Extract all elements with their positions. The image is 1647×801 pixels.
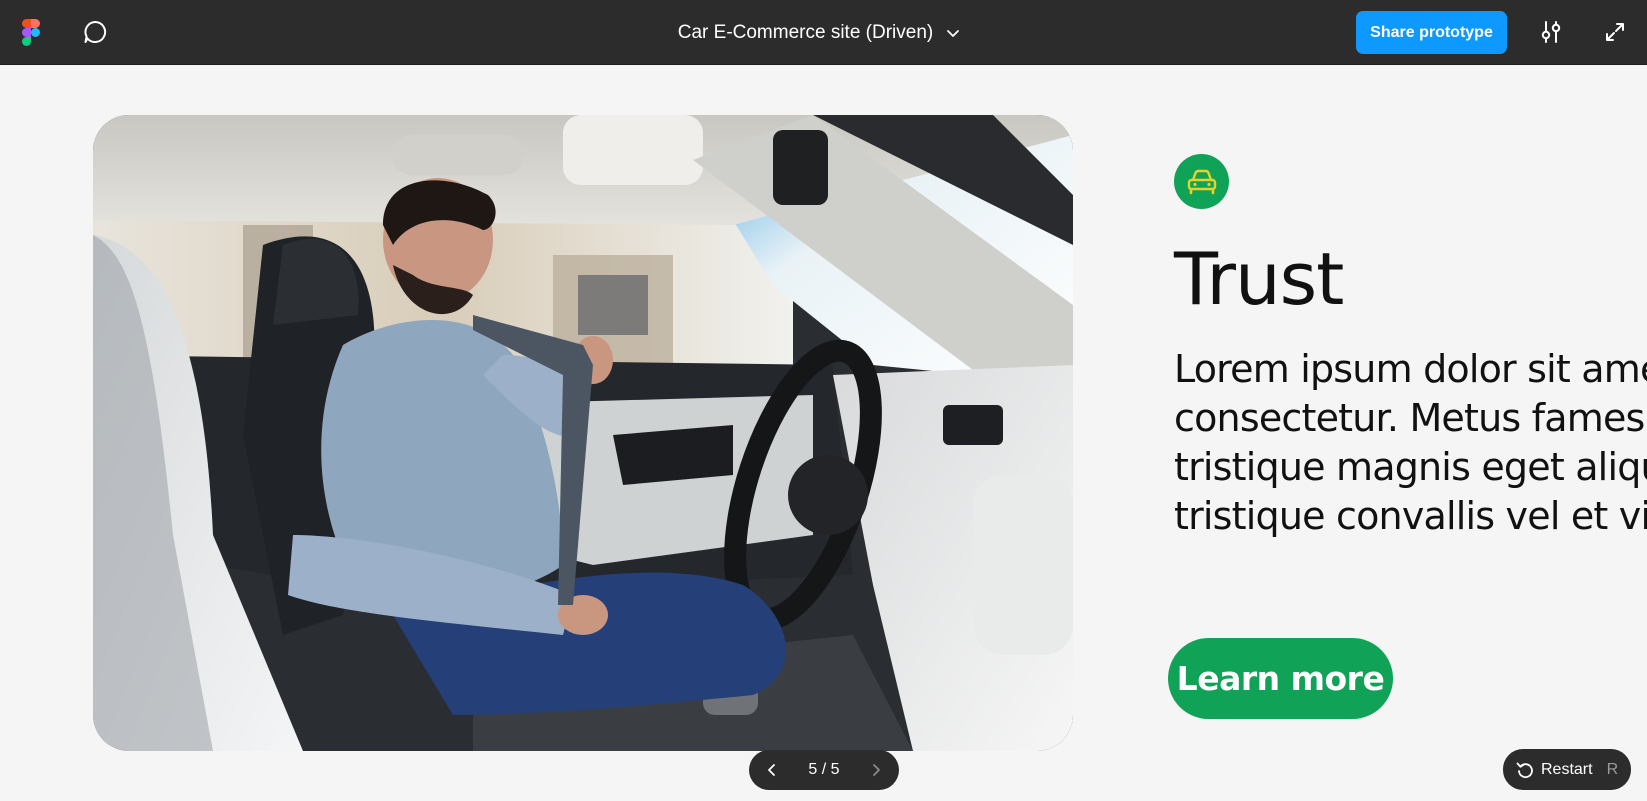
- car-icon-badge: [1174, 154, 1229, 209]
- figma-logo-icon[interactable]: [22, 19, 40, 46]
- frame-counter: 5 / 5: [808, 761, 840, 778]
- previous-frame-button[interactable]: [761, 759, 783, 781]
- learn-more-button[interactable]: Learn more: [1168, 638, 1393, 719]
- section-body-text: Lorem ipsum dolor sit amet consectetur. …: [1174, 347, 1647, 538]
- file-title-dropdown[interactable]: Car E-Commerce site (Driven): [678, 22, 961, 44]
- section-heading: Trust: [1174, 237, 1344, 321]
- restart-label: Restart: [1541, 760, 1593, 778]
- prototype-toolbar: Car E-Commerce site (Driven) Share proto…: [0, 0, 1647, 65]
- comment-icon[interactable]: [82, 19, 108, 45]
- frame-pager: 5 / 5: [749, 750, 899, 790]
- restart-shortcut: R: [1606, 760, 1619, 778]
- expand-icon[interactable]: [1603, 20, 1627, 44]
- restart-button[interactable]: Restart R: [1503, 749, 1631, 790]
- next-frame-button[interactable]: [865, 759, 887, 781]
- restart-icon: [1516, 762, 1533, 778]
- chevron-down-icon: [947, 29, 960, 37]
- chevron-left-icon: [768, 764, 775, 776]
- chevron-right-icon: [873, 764, 880, 776]
- prototype-canvas: Trust Lorem ipsum dolor sit amet consect…: [0, 65, 1647, 801]
- share-prototype-button[interactable]: Share prototype: [1356, 11, 1507, 54]
- file-title: Car E-Commerce site (Driven): [677, 21, 934, 43]
- sliders-icon[interactable]: [1537, 18, 1565, 46]
- car-image: [93, 115, 1073, 751]
- car-icon: [1187, 169, 1216, 194]
